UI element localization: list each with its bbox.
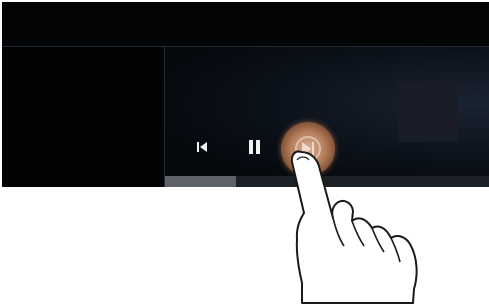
progress-bar[interactable] xyxy=(165,176,489,187)
progress-fill xyxy=(165,176,236,187)
skip-next-icon xyxy=(302,142,314,156)
pause-icon xyxy=(249,140,260,154)
skip-previous-icon xyxy=(197,142,207,152)
video-area xyxy=(165,47,489,187)
side-panel xyxy=(2,47,165,187)
previous-button[interactable] xyxy=(192,137,212,157)
top-bar xyxy=(2,2,489,47)
artwork-thumbnail xyxy=(398,82,458,142)
next-button[interactable] xyxy=(281,122,335,176)
screenshot xyxy=(0,0,489,308)
pause-button[interactable] xyxy=(245,136,265,158)
media-player xyxy=(2,2,489,187)
